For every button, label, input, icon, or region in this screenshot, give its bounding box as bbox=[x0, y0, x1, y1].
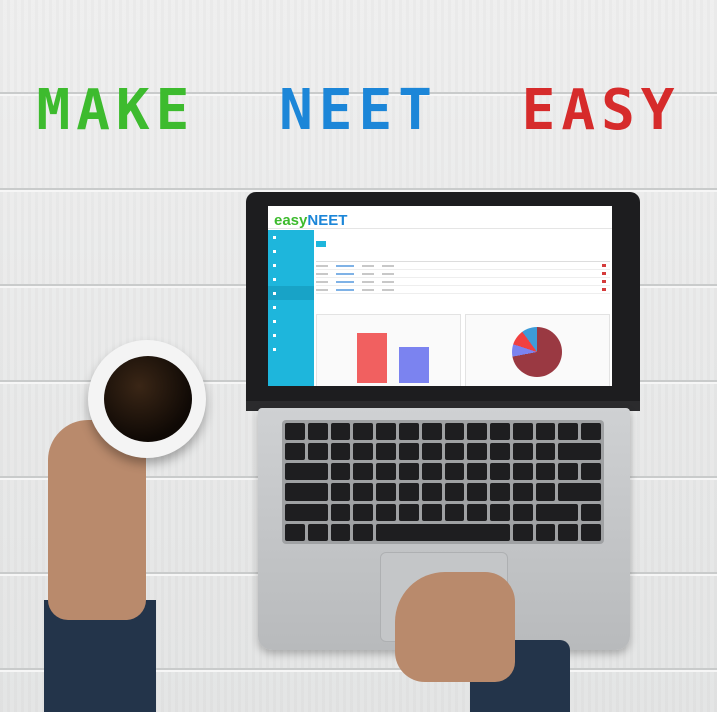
headline-word-neet: NEET bbox=[279, 78, 438, 143]
pie-chart-panel bbox=[465, 314, 610, 386]
app-logo: easyNEET bbox=[274, 212, 347, 229]
logo-prefix: easy bbox=[274, 212, 308, 229]
top-bar bbox=[268, 228, 612, 229]
chart-bar bbox=[399, 347, 429, 383]
table-row bbox=[316, 270, 610, 278]
laptop-screen: easyNEET bbox=[268, 206, 612, 386]
keyboard bbox=[282, 420, 604, 544]
data-table bbox=[316, 261, 610, 294]
coffee bbox=[104, 356, 192, 442]
sidebar-item-active[interactable] bbox=[268, 286, 314, 300]
right-hand bbox=[395, 572, 515, 682]
sidebar-item[interactable] bbox=[268, 258, 314, 272]
sidebar-item[interactable] bbox=[268, 244, 314, 258]
breadcrumb bbox=[316, 253, 610, 258]
sidebar-item[interactable] bbox=[268, 342, 314, 356]
headline-word-make: MAKE bbox=[36, 78, 196, 143]
headline-word-easy: EASY bbox=[521, 78, 681, 143]
main-content bbox=[316, 232, 610, 386]
sidebar-item[interactable] bbox=[268, 300, 314, 314]
chart-bar bbox=[357, 333, 387, 383]
sidebar bbox=[268, 230, 314, 386]
logo-suffix: NEET bbox=[307, 212, 348, 229]
table-row bbox=[316, 278, 610, 286]
bar-chart-panel bbox=[316, 314, 461, 386]
table-row bbox=[316, 286, 610, 294]
tab-button[interactable] bbox=[316, 241, 326, 247]
pie-chart bbox=[512, 327, 562, 377]
table-row bbox=[316, 262, 610, 270]
sidebar-item[interactable] bbox=[268, 314, 314, 328]
sidebar-item[interactable] bbox=[268, 272, 314, 286]
sidebar-item[interactable] bbox=[268, 328, 314, 342]
headline: MAKE NEET EASY bbox=[0, 78, 717, 143]
sidebar-item[interactable] bbox=[268, 230, 314, 244]
